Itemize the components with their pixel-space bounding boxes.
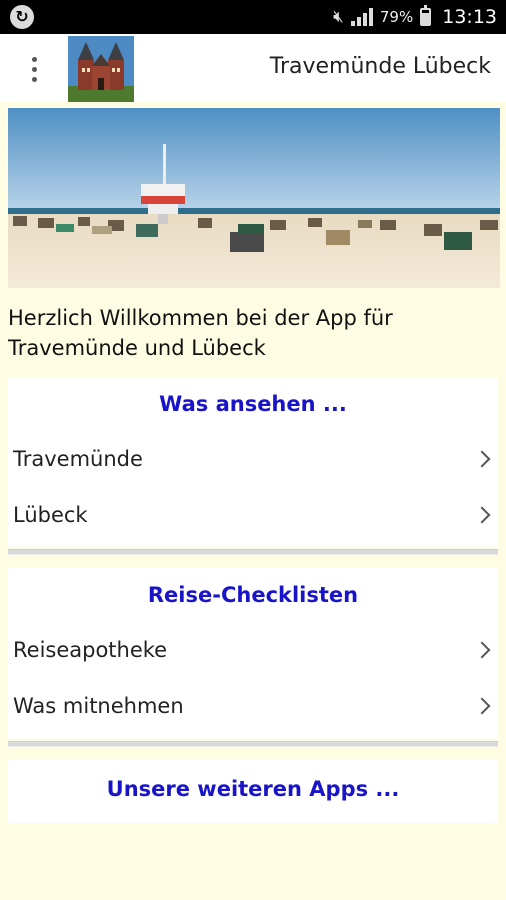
signal-icon — [350, 8, 373, 26]
list-item-travemuende[interactable]: Travemünde — [8, 431, 498, 487]
chevron-right-icon — [473, 641, 491, 659]
section-weitere-apps[interactable]: Unsere weiteren Apps ... — [8, 759, 498, 823]
sync-icon: ↻ — [10, 5, 34, 29]
welcome-text: Herzlich Willkommen bei der App für Trav… — [8, 306, 393, 360]
list-item-reiseapotheke[interactable]: Reiseapotheke — [8, 622, 498, 678]
battery-percent: 79% — [379, 8, 414, 26]
battery-icon — [420, 5, 432, 26]
section-header: Reise-Checklisten — [147, 583, 359, 607]
chevron-right-icon — [473, 450, 491, 468]
section-was-ansehen: Was ansehen ... Travemünde Lübeck — [8, 377, 498, 548]
section-reise-checklisten: Reise-Checklisten Reiseapotheke Was mitn… — [8, 568, 498, 739]
hero-image — [8, 108, 500, 288]
section-divider — [8, 549, 498, 555]
chevron-right-icon — [473, 506, 491, 524]
list-item-label: Lübeck — [13, 503, 88, 527]
status-icons: 🔇︎ 79% 13:13 — [333, 0, 497, 34]
status-bar: ↻ 🔇︎ 79% 13:13 — [0, 0, 506, 34]
section-header: Was ansehen ... — [159, 392, 347, 416]
chevron-right-icon — [473, 697, 491, 715]
list-item-was-mitnehmen[interactable]: Was mitnehmen — [8, 678, 498, 734]
list-item-label: Was mitnehmen — [13, 694, 184, 718]
app-title: Travemünde Lübeck — [269, 54, 491, 79]
overflow-menu-icon[interactable] — [20, 50, 48, 88]
list-item-label: Reiseapotheke — [13, 638, 168, 662]
app-bar: Travemünde Lübeck — [0, 34, 506, 102]
section-divider — [8, 741, 498, 747]
list-item-luebeck[interactable]: Lübeck — [8, 487, 498, 543]
more-apps-link[interactable]: Unsere weiteren Apps ... — [8, 759, 498, 819]
mute-icon: 🔇︎ — [333, 7, 344, 27]
list-item-label: Travemünde — [13, 447, 143, 471]
holstentor-logo — [68, 36, 134, 102]
clock: 13:13 — [442, 6, 497, 28]
